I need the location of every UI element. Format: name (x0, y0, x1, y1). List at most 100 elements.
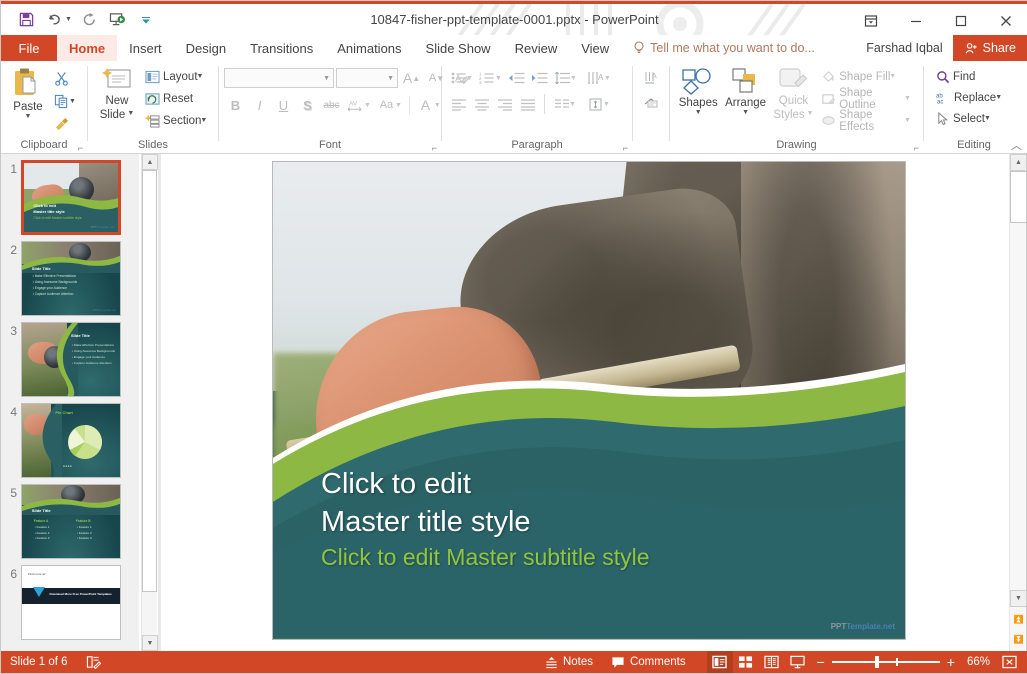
shape-effects-dropdown-icon[interactable]: ▼ (904, 117, 914, 124)
paste-button[interactable]: Paste ▼ (6, 65, 50, 123)
ribbon-display-options-icon[interactable] (848, 7, 893, 35)
decrease-indent-icon[interactable] (505, 67, 528, 89)
arrange-dropdown-icon[interactable]: ▼ (742, 109, 749, 117)
slide-canvas[interactable]: Click to edit Master title style Click t… (273, 162, 905, 639)
undo-dropdown-icon[interactable]: ▼ (65, 16, 75, 23)
shape-outline-button[interactable]: Shape Outline ▼ (817, 88, 918, 109)
reset-button[interactable]: Reset (141, 88, 214, 109)
new-slide-dropdown-icon[interactable]: ▼ (127, 110, 134, 118)
fit-slide-to-window-button[interactable] (996, 651, 1022, 673)
font-dialog-launcher-icon[interactable]: ⌐ (432, 143, 437, 153)
thumbnail-scrollbar-thumb[interactable] (142, 170, 157, 592)
underline-icon[interactable]: U (272, 94, 295, 116)
format-painter-button[interactable] (50, 113, 73, 135)
shape-effects-button[interactable]: Shape Effects ▼ (817, 110, 918, 131)
tell-me-search[interactable]: Tell me what you want to do... (633, 35, 815, 61)
slide-scroll-down-icon[interactable]: ▼ (1010, 590, 1027, 607)
tab-home[interactable]: Home (57, 35, 117, 61)
tab-file[interactable]: File (1, 35, 57, 61)
character-spacing-dropdown-icon[interactable]: ▼ (364, 102, 374, 109)
paragraph-dialog-launcher-icon[interactable]: ⌐ (623, 143, 628, 153)
quick-styles-dropdown-icon[interactable]: ▼ (807, 110, 814, 118)
thumbnail-slide-6[interactable]: Find more at” Download More Free PowerPo… (21, 565, 121, 640)
thumbnail-slide-3[interactable]: Slide Title • Make Effective Presentatio… (21, 322, 121, 397)
shapes-dropdown-icon[interactable]: ▼ (695, 109, 702, 117)
notes-page-icon[interactable] (77, 651, 110, 673)
slide-title-placeholder[interactable]: Click to edit Master title style (321, 465, 531, 541)
smartart-icon[interactable] (640, 90, 663, 112)
thumbnail-slide-2[interactable]: Slide Title • Make Effective Presentatio… (21, 241, 121, 316)
align-center-icon[interactable] (470, 93, 493, 115)
previous-slide-button[interactable]: ⏫ (1010, 609, 1027, 629)
tab-design[interactable]: Design (174, 35, 238, 61)
share-button[interactable]: Share (953, 35, 1027, 61)
align-justify-icon[interactable] (516, 93, 539, 115)
tab-slide-show[interactable]: Slide Show (414, 35, 503, 61)
increase-indent-icon[interactable] (528, 67, 551, 89)
slide-area-scrollbar[interactable]: ▲ ▼ ⏫ ⏬ (1009, 154, 1026, 651)
section-dropdown-icon[interactable]: ▼ (200, 117, 210, 124)
tab-view[interactable]: View (569, 35, 621, 61)
increase-font-size-icon[interactable]: A▲ (400, 67, 423, 89)
text-shadow-icon[interactable]: S (296, 94, 319, 116)
slide-scroll-up-icon[interactable]: ▲ (1010, 154, 1027, 171)
layout-button[interactable]: Layout ▼ (141, 66, 214, 87)
shape-outline-dropdown-icon[interactable]: ▼ (904, 95, 914, 102)
bullets-dropdown-icon[interactable]: ▼ (466, 75, 476, 82)
thumbnail-slide-1[interactable]: Click to edit Master title style Click t… (21, 160, 121, 235)
new-slide-button[interactable]: New Slide ▼ (93, 65, 141, 123)
zoom-slider-control[interactable]: − + (811, 654, 961, 670)
copy-dropdown-icon[interactable]: ▼ (69, 98, 79, 105)
slide-subtitle-placeholder[interactable]: Click to edit Master subtitle style (321, 544, 650, 571)
zoom-slider-thumb[interactable] (875, 656, 879, 668)
undo-icon[interactable] (41, 8, 67, 32)
layout-dropdown-icon[interactable]: ▼ (197, 73, 207, 80)
slideshow-button[interactable] (785, 651, 811, 673)
user-name[interactable]: Farshad Iqbal (866, 41, 952, 55)
save-icon[interactable] (13, 8, 39, 32)
tab-animations[interactable]: Animations (325, 35, 413, 61)
thumbnail-slide-4[interactable]: Pie Chart ■ ■ ■ ■ (21, 403, 121, 478)
drawing-dialog-launcher-icon[interactable]: ⌐ (914, 143, 919, 153)
slide-thumbnail-pane[interactable]: 1 Click to edit Master title style Click… (1, 154, 139, 651)
customize-quick-access-toolbar-icon[interactable] (133, 8, 159, 32)
zoom-percent-label[interactable]: 66% (961, 656, 996, 668)
font-name-combobox[interactable]: ▼ (224, 68, 334, 88)
align-left-icon[interactable] (447, 93, 470, 115)
thumbnail-pane-scrollbar[interactable]: ▲ ▼ (141, 154, 157, 651)
slide-scrollbar-thumb[interactable] (1010, 171, 1027, 223)
reading-view-button[interactable] (759, 651, 785, 673)
align-right-icon[interactable] (493, 93, 516, 115)
maximize-button[interactable] (938, 7, 983, 35)
z oom-out-button[interactable]: − (817, 654, 825, 670)
minimize-button[interactable] (893, 7, 938, 35)
select-dropdown-icon[interactable]: ▼ (984, 115, 994, 122)
tab-transitions[interactable]: Transitions (238, 35, 325, 61)
shape-fill-button[interactable]: Shape Fill ▼ (817, 66, 918, 87)
shapes-button[interactable]: Shapes ▼ (675, 65, 721, 119)
replace-button[interactable]: ab ac Replace ▼ (932, 87, 1009, 108)
collapse-ribbon-icon[interactable]: ︿ (1011, 137, 1022, 153)
columns-dropdown-icon[interactable]: ▼ (569, 101, 579, 108)
arrange-button[interactable]: Arrange ▼ (721, 65, 769, 119)
text-direction-vertical-icon[interactable]: A (640, 66, 663, 88)
change-case-dropdown-icon[interactable]: ▼ (395, 102, 405, 109)
paste-dropdown-icon[interactable]: ▼ (25, 113, 32, 121)
close-button[interactable] (983, 7, 1027, 35)
shape-fill-dropdown-icon[interactable]: ▼ (889, 73, 899, 80)
start-from-beginning-icon[interactable] (105, 8, 131, 32)
thumbnail-scroll-up-icon[interactable]: ▲ (142, 154, 158, 170)
cut-button[interactable] (50, 67, 73, 89)
tab-insert[interactable]: Insert (117, 35, 174, 61)
italic-icon[interactable]: I (248, 94, 271, 116)
slide-sorter-button[interactable] (733, 651, 759, 673)
thumbnail-slide-5[interactable]: Slide Title Feature A Feature B • Featur… (21, 484, 121, 559)
align-text-dropdown-icon[interactable]: ▼ (603, 101, 613, 108)
line-spacing-dropdown-icon[interactable]: ▼ (570, 75, 580, 82)
redo-icon[interactable] (77, 8, 103, 32)
select-button[interactable]: Select ▼ (932, 108, 998, 129)
next-slide-button[interactable]: ⏬ (1010, 629, 1027, 649)
text-direction-dropdown-icon[interactable]: ▼ (604, 75, 614, 82)
zoom-in-button[interactable]: + (947, 654, 955, 670)
tab-review[interactable]: Review (503, 35, 570, 61)
